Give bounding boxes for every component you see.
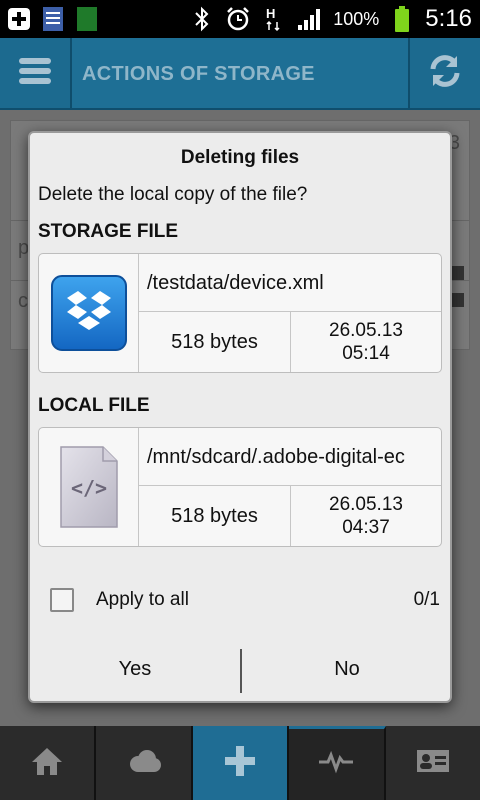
status-bar: H 100% 5:16 bbox=[0, 0, 480, 38]
dialog-title: Deleting files bbox=[180, 147, 300, 168]
svg-text:H: H bbox=[266, 6, 275, 21]
local-file-size: 518 bytes bbox=[139, 486, 291, 546]
contact-card-icon bbox=[415, 747, 451, 780]
dialog-question: Delete the local copy of the file? bbox=[38, 184, 308, 205]
page-title: ACTIONS OF STORAGE bbox=[82, 63, 315, 85]
apply-to-all-row[interactable]: Apply to all 0/1 bbox=[30, 585, 450, 615]
clock: 5:16 bbox=[425, 5, 472, 32]
local-file-path: /mnt/sdcard/.adobe-digital-ec bbox=[139, 428, 441, 486]
nav-home[interactable] bbox=[0, 726, 97, 800]
battery-icon bbox=[389, 6, 415, 32]
background-peek-text: c bbox=[18, 290, 28, 312]
bottom-nav bbox=[0, 726, 480, 800]
storage-file-path: /testdata/device.xml bbox=[139, 254, 441, 312]
storage-file-size: 518 bytes bbox=[139, 312, 291, 372]
hspa-icon: H bbox=[261, 6, 287, 32]
local-file-date: 26.05.13 bbox=[329, 494, 403, 515]
menu-icon bbox=[17, 55, 53, 92]
nav-contact[interactable] bbox=[385, 726, 480, 800]
home-icon bbox=[29, 745, 65, 782]
app-bar: ACTIONS OF STORAGE bbox=[0, 38, 480, 110]
background-marker bbox=[450, 293, 464, 307]
apply-to-all-label[interactable]: Apply to all bbox=[96, 589, 189, 611]
storage-file-label: STORAGE FILE bbox=[38, 221, 179, 242]
signal-icon bbox=[297, 6, 323, 32]
dropbox-icon bbox=[39, 254, 139, 372]
apply-to-all-checkbox[interactable] bbox=[50, 588, 74, 612]
nav-activity[interactable] bbox=[289, 726, 386, 800]
nav-add[interactable] bbox=[192, 726, 290, 800]
storage-file-date: 26.05.13 bbox=[329, 320, 403, 341]
file-counter: 0/1 bbox=[413, 589, 440, 610]
local-file-time: 04:37 bbox=[342, 517, 390, 538]
delete-files-dialog: Deleting files Delete the local copy of … bbox=[28, 131, 452, 703]
local-file-modified: 26.05.13 04:37 bbox=[291, 486, 441, 546]
refresh-icon bbox=[426, 52, 464, 95]
nav-cloud[interactable] bbox=[96, 726, 193, 800]
alarm-icon bbox=[225, 6, 251, 32]
notes-icon bbox=[40, 6, 66, 32]
xml-file-icon: </> bbox=[39, 428, 139, 546]
background-marker bbox=[450, 266, 464, 280]
svg-text:</>: </> bbox=[70, 476, 106, 500]
refresh-button[interactable] bbox=[408, 38, 480, 108]
menu-button[interactable] bbox=[0, 38, 72, 108]
add-icon bbox=[223, 744, 257, 783]
add-icon bbox=[6, 6, 32, 32]
storage-file-card: /testdata/device.xml 518 bytes 26.05.13 … bbox=[38, 253, 442, 373]
bluetooth-icon bbox=[189, 6, 215, 32]
storage-file-modified: 26.05.13 05:14 bbox=[291, 312, 441, 372]
storage-file-time: 05:14 bbox=[342, 343, 390, 364]
activity-icon bbox=[318, 750, 354, 779]
dialog-buttons: Yes No bbox=[30, 641, 450, 701]
yes-button[interactable]: Yes bbox=[30, 641, 240, 697]
local-file-card: </> /mnt/sdcard/.adobe-digital-ec 518 by… bbox=[38, 427, 442, 547]
app-icon bbox=[74, 6, 100, 32]
local-file-label: LOCAL FILE bbox=[38, 395, 150, 416]
no-button[interactable]: No bbox=[242, 641, 452, 697]
battery-percent: 100% bbox=[333, 8, 380, 29]
cloud-icon bbox=[126, 747, 162, 780]
